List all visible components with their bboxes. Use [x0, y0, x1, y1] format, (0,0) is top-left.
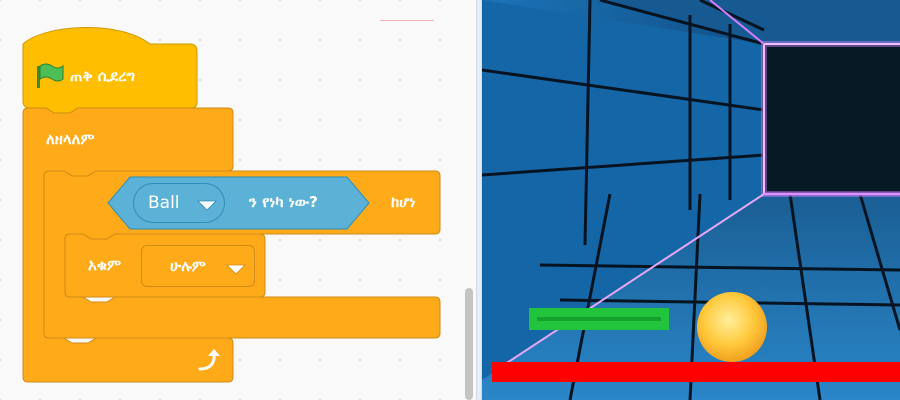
stage-scene [482, 0, 900, 400]
code-area-scrollbar[interactable] [465, 288, 473, 400]
stop-option-value: ሁሉም [170, 257, 206, 275]
when-flag-clicked-label: ጠቅ ሲደረግ [70, 67, 136, 85]
red-floor-bar [492, 362, 900, 382]
stop-option-dropdown[interactable]: ሁሉም [141, 245, 255, 287]
paddle-sprite[interactable] [529, 308, 669, 330]
code-area[interactable]: ጠቅ ሲደረግ ለዘላለም ከሆነ ን የነካ ነው? አቁም Ball ሁሉም [0, 0, 476, 400]
if-then-label: ከሆነ [391, 193, 416, 211]
touching-object-value: Ball [148, 193, 180, 213]
touching-object-dropdown[interactable]: Ball [133, 183, 225, 223]
touching-suffix-label: ን የነካ ነው? [249, 193, 318, 211]
stage[interactable] [482, 0, 900, 400]
stop-label: አቁም [88, 256, 122, 274]
dropdown-arrow-icon [226, 264, 246, 275]
forever-label: ለዘላለም [46, 130, 95, 148]
ball-sprite[interactable] [697, 292, 767, 362]
dropdown-arrow-icon [197, 200, 217, 211]
